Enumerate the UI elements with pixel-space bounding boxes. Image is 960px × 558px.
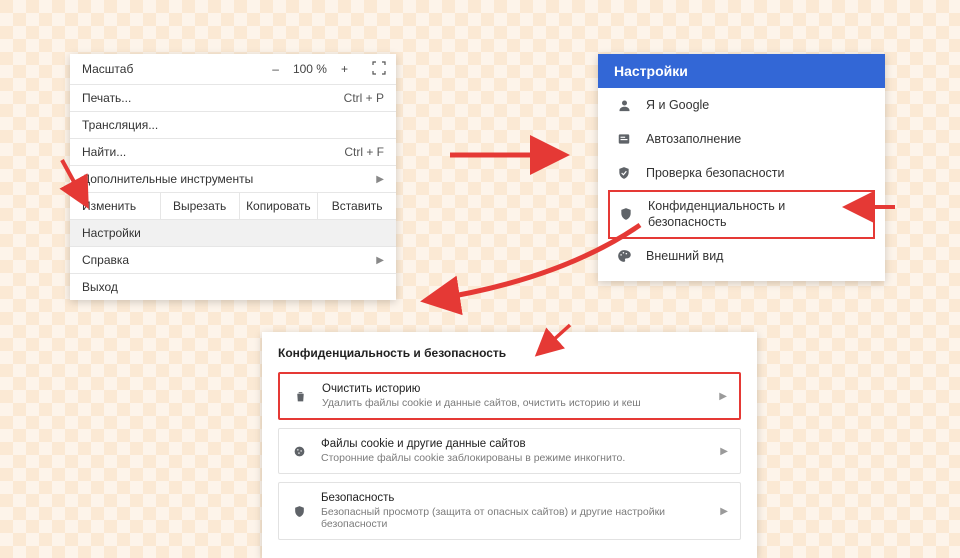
palette-icon bbox=[616, 248, 632, 264]
privacy-security[interactable]: Безопасность Безопасный просмотр (защита… bbox=[278, 482, 741, 540]
privacy-heading: Конфиденциальность и безопасность bbox=[278, 346, 741, 360]
sidebar-item-appearance[interactable]: Внешний вид bbox=[598, 239, 885, 273]
card-body: Файлы cookie и другие данные сайтов Стор… bbox=[321, 438, 706, 464]
person-icon bbox=[616, 97, 632, 113]
chevron-right-icon: ▶ bbox=[719, 391, 727, 402]
zoom-controls: – 100 % + bbox=[272, 61, 386, 78]
menu-more-tools[interactable]: Дополнительные инструменты ▶ bbox=[70, 165, 396, 192]
chevron-right-icon: ▶ bbox=[720, 506, 728, 517]
sidebar-item-autofill[interactable]: Автозаполнение bbox=[598, 122, 885, 156]
menu-cast[interactable]: Трансляция... bbox=[70, 111, 396, 138]
privacy-cookies[interactable]: Файлы cookie и другие данные сайтов Стор… bbox=[278, 428, 741, 474]
privacy-section: Конфиденциальность и безопасность Очисти… bbox=[262, 332, 757, 558]
menu-settings[interactable]: Настройки bbox=[70, 219, 396, 246]
chrome-context-menu: Масштаб – 100 % + Печать... Ctrl + P Тра… bbox=[70, 54, 396, 300]
menu-find[interactable]: Найти... Ctrl + F bbox=[70, 138, 396, 165]
zoom-increment[interactable]: + bbox=[341, 62, 348, 76]
cookie-icon bbox=[291, 443, 307, 459]
fullscreen-icon[interactable] bbox=[372, 61, 386, 78]
chevron-right-icon: ▶ bbox=[720, 446, 728, 457]
sidebar-item-safety-check[interactable]: Проверка безопасности bbox=[598, 156, 885, 190]
chevron-right-icon: ▶ bbox=[376, 174, 384, 185]
menu-zoom-row: Масштаб – 100 % + bbox=[70, 54, 396, 84]
autofill-icon bbox=[616, 131, 632, 147]
privacy-clear-history[interactable]: Очистить историю Удалить файлы cookie и … bbox=[278, 372, 741, 420]
shield-icon bbox=[291, 503, 307, 519]
menu-edit-label: Изменить bbox=[70, 193, 161, 219]
sidebar-item-account[interactable]: Я и Google bbox=[598, 88, 885, 122]
trash-icon bbox=[292, 388, 308, 404]
zoom-label: Масштаб bbox=[80, 62, 272, 76]
shield-icon bbox=[618, 206, 634, 222]
menu-exit[interactable]: Выход bbox=[70, 273, 396, 300]
menu-edit-row: Изменить Вырезать Копировать Вставить bbox=[70, 192, 396, 219]
menu-print[interactable]: Печать... Ctrl + P bbox=[70, 84, 396, 111]
card-body: Безопасность Безопасный просмотр (защита… bbox=[321, 492, 706, 530]
shield-check-icon bbox=[616, 165, 632, 181]
menu-help[interactable]: Справка ▶ bbox=[70, 246, 396, 273]
menu-copy[interactable]: Копировать bbox=[240, 193, 319, 219]
sidebar-header: Настройки bbox=[598, 54, 885, 88]
menu-paste[interactable]: Вставить bbox=[318, 193, 396, 219]
card-body: Очистить историю Удалить файлы cookie и … bbox=[322, 383, 705, 409]
zoom-value: 100 % bbox=[293, 62, 327, 76]
chevron-right-icon: ▶ bbox=[376, 255, 384, 266]
zoom-decrement[interactable]: – bbox=[272, 62, 279, 76]
sidebar-item-privacy[interactable]: Конфиденциальность и безопасность bbox=[608, 190, 875, 239]
settings-sidebar: Настройки Я и Google Автозаполнение Пров… bbox=[598, 54, 885, 281]
menu-cut[interactable]: Вырезать bbox=[161, 193, 240, 219]
